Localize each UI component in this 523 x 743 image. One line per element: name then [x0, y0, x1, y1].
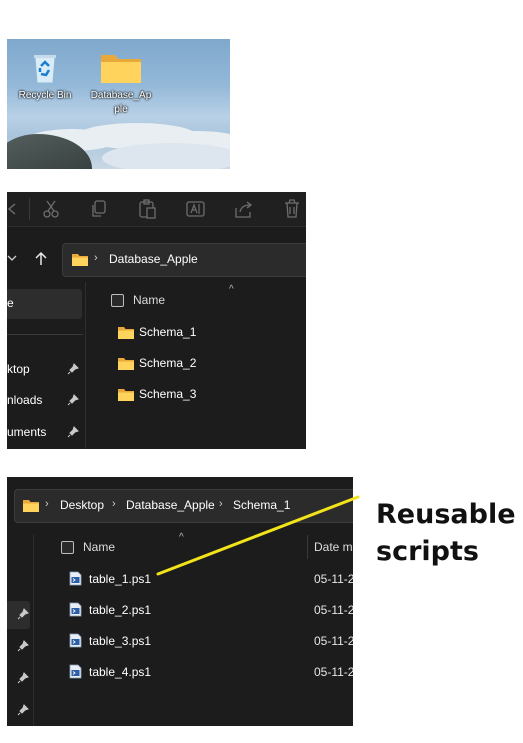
nav-item-downloads[interactable]: nloads [7, 393, 42, 407]
callout-text: Reusable scripts [376, 496, 516, 570]
rename-icon[interactable] [185, 198, 207, 220]
breadcrumb-chevron-icon: › [219, 498, 223, 510]
file-name[interactable]: table_1.ps1 [89, 572, 151, 586]
explorer-window-database: › Database_Apple e ktop nloads uments ^ … [7, 192, 306, 449]
up-arrow-icon[interactable] [34, 251, 48, 266]
recent-locations-chevron-icon[interactable] [7, 252, 19, 264]
breadcrumb-chevron-icon: › [112, 498, 116, 510]
folder-icon [101, 55, 141, 83]
select-all-checkbox[interactable] [111, 294, 124, 307]
pin-icon[interactable] [67, 363, 79, 375]
cut-icon[interactable] [40, 198, 62, 220]
paste-icon[interactable] [136, 198, 158, 220]
folder-icon [118, 389, 134, 401]
command-bar [7, 192, 306, 226]
recycle-bin-label: Recycle Bin [18, 90, 72, 101]
desktop-panel: Recycle Bin Database_Ap ple [7, 39, 230, 169]
delete-icon[interactable] [281, 198, 303, 220]
address-bar[interactable]: › Desktop › Database_Apple › Schema_1 [14, 489, 353, 523]
desktop-icon-database-folder[interactable]: Database_Ap ple [81, 51, 161, 117]
powershell-script-icon [69, 571, 82, 586]
sort-caret-icon: ^ [229, 284, 234, 295]
folder-icon [72, 254, 88, 266]
recycle-bin-icon [34, 55, 56, 84]
breadcrumb-chevron-icon: › [94, 252, 98, 264]
file-date: 05-11-2 [314, 603, 353, 617]
select-all-checkbox[interactable] [61, 541, 74, 554]
desktop-icon-recycle-bin[interactable]: Recycle Bin [7, 51, 85, 103]
nav-item-home[interactable]: e [7, 296, 14, 310]
file-date: 05-11-2 [314, 634, 353, 648]
pin-icon[interactable] [17, 672, 29, 684]
file-name[interactable]: table_2.ps1 [89, 603, 151, 617]
nav-item-selected[interactable] [7, 289, 82, 319]
file-name[interactable]: table_4.ps1 [89, 665, 151, 679]
callout-line-1: Reusable [376, 499, 516, 530]
powershell-script-icon [69, 602, 82, 617]
pin-icon[interactable] [67, 426, 79, 438]
column-header-name[interactable]: Name [133, 293, 165, 307]
folder-icon [118, 327, 134, 339]
folder-name[interactable]: Schema_1 [139, 325, 196, 339]
folder-name[interactable]: Schema_3 [139, 387, 196, 401]
folder-icon [118, 358, 134, 370]
folder-icon [23, 500, 39, 512]
pin-icon[interactable] [17, 704, 29, 716]
address-bar[interactable]: › Database_Apple [62, 243, 306, 277]
callout-line-2: scripts [376, 536, 479, 567]
pin-icon[interactable] [67, 394, 79, 406]
folder-name[interactable]: Schema_2 [139, 356, 196, 370]
breadcrumb-chevron-icon: › [45, 498, 49, 510]
column-header-date-modified[interactable]: Date m [314, 540, 353, 554]
nav-item-desktop[interactable]: ktop [7, 362, 30, 376]
pin-icon[interactable] [17, 640, 29, 652]
explorer-window-schema: › Desktop › Database_Apple › Schema_1 ^ … [7, 477, 353, 726]
column-header-name[interactable]: Name [83, 540, 115, 554]
powershell-script-icon [69, 664, 82, 679]
breadcrumb-schema-1[interactable]: Schema_1 [233, 498, 290, 512]
file-date: 05-11-2 [314, 665, 353, 679]
breadcrumb-database-apple[interactable]: Database_Apple [126, 498, 215, 512]
share-icon[interactable] [233, 198, 255, 220]
overflow-icon[interactable] [7, 198, 23, 220]
breadcrumb-database-apple[interactable]: Database_Apple [109, 252, 198, 266]
breadcrumb-desktop[interactable]: Desktop [60, 498, 104, 512]
sort-caret-icon: ^ [179, 532, 184, 543]
file-date: 05-11-2 [314, 572, 353, 586]
copy-icon[interactable] [88, 198, 110, 220]
pin-icon[interactable] [17, 608, 29, 620]
nav-item-documents[interactable]: uments [7, 425, 46, 439]
file-name[interactable]: table_3.ps1 [89, 634, 151, 648]
powershell-script-icon [69, 633, 82, 648]
database-folder-label: Database_Ap ple [90, 90, 152, 115]
